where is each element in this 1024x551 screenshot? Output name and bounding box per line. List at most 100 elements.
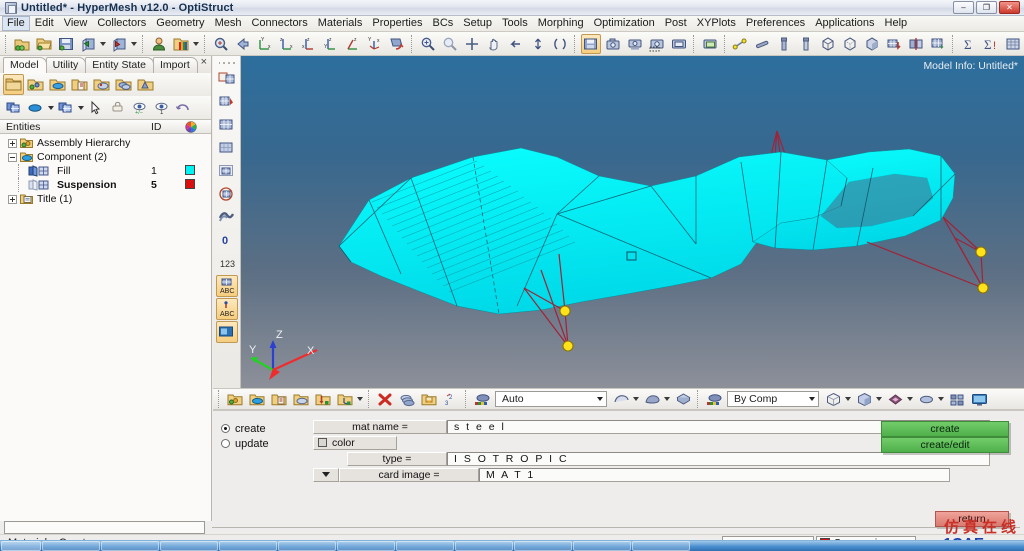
shaded-dropdown[interactable] — [875, 389, 883, 409]
menu-collectors[interactable]: Collectors — [92, 16, 151, 31]
graphics-viewport[interactable]: Model Info: Untitled* 1CAE.COM — [241, 56, 1024, 388]
menu-view[interactable]: View — [59, 16, 93, 31]
taskbar-item[interactable] — [514, 541, 572, 551]
mesh-lines-icon[interactable] — [884, 34, 904, 54]
menu-file[interactable]: File — [2, 16, 30, 31]
mesh-delete-icon[interactable] — [216, 91, 238, 113]
radio-update-icon[interactable] — [221, 439, 230, 448]
folder-display-icon[interactable] — [55, 97, 76, 118]
menu-help[interactable]: Help — [880, 16, 913, 31]
card-image-input[interactable]: M A T 1 — [479, 467, 950, 482]
isolate-icon[interactable] — [107, 97, 128, 118]
mask-icon[interactable] — [215, 321, 238, 343]
renumber-icon[interactable]: 23 — [441, 389, 461, 409]
summary-icon[interactable]: Σ — [959, 34, 979, 54]
rotate-left-icon[interactable] — [506, 34, 526, 54]
taskbar-item[interactable] — [42, 541, 100, 551]
weld-icon[interactable] — [752, 34, 772, 54]
taskbar-item[interactable] — [632, 541, 690, 551]
load-icon[interactable] — [313, 389, 333, 409]
wireframe-dropdown[interactable] — [844, 389, 852, 409]
taskbar-item[interactable] — [160, 541, 218, 551]
feature-view-icon[interactable] — [885, 389, 905, 409]
rotate-updown-icon[interactable] — [528, 34, 548, 54]
group-icon[interactable] — [113, 74, 134, 95]
taskbar-item[interactable] — [101, 541, 159, 551]
mesh-shaded-icon[interactable] — [928, 34, 948, 54]
card-image-label[interactable]: card image = — [339, 467, 479, 482]
view-zy-icon[interactable]: z — [343, 34, 363, 54]
display-icon[interactable] — [3, 97, 24, 118]
tab-import[interactable]: Import — [152, 57, 198, 73]
menu-setup[interactable]: Setup — [458, 16, 497, 31]
mesh-grid-icon[interactable] — [947, 389, 967, 409]
save-image-icon[interactable] — [580, 33, 601, 54]
export-dropdown[interactable] — [130, 34, 138, 54]
component-icon[interactable] — [247, 389, 267, 409]
menu-applications[interactable]: Applications — [810, 16, 879, 31]
material-icon[interactable] — [91, 74, 112, 95]
radio-update-row[interactable]: update — [221, 436, 269, 451]
userprofile-dropdown[interactable] — [192, 34, 200, 54]
capture-window-icon[interactable] — [603, 34, 623, 54]
element-abc-icon[interactable]: ABC — [215, 275, 238, 297]
capture-screen-icon[interactable] — [625, 34, 645, 54]
mesh-show-icon[interactable] — [216, 137, 238, 159]
zoom-out-icon[interactable] — [440, 34, 460, 54]
type-label[interactable]: type = — [347, 451, 447, 466]
save-model-icon[interactable] — [56, 34, 76, 54]
menu-tools[interactable]: Tools — [497, 16, 533, 31]
mesh-feature-icon[interactable] — [906, 34, 926, 54]
shaded-icon[interactable] — [862, 34, 882, 54]
menu-properties[interactable]: Properties — [367, 16, 427, 31]
menu-xyplots[interactable]: XYPlots — [692, 16, 741, 31]
arrow-cursor-icon[interactable] — [85, 97, 106, 118]
menu-mesh[interactable]: Mesh — [210, 16, 247, 31]
zoom-center-icon[interactable] — [462, 34, 482, 54]
radio-create-icon[interactable] — [221, 424, 230, 433]
taskbar-item[interactable] — [573, 541, 631, 551]
surface-dropdown[interactable] — [632, 389, 640, 409]
model-tree[interactable]: Assembly Hierarchy Component (2) Fill 1 … — [0, 134, 211, 521]
taskbar-item[interactable] — [455, 541, 513, 551]
card-image-select-icon[interactable] — [313, 467, 339, 482]
mesh-create-icon[interactable] — [216, 68, 238, 90]
menu-geometry[interactable]: Geometry — [151, 16, 209, 31]
expander-icon[interactable] — [8, 194, 17, 204]
tree-row-assembly-hierarchy[interactable]: Assembly Hierarchy — [0, 136, 211, 150]
publish-session-icon[interactable] — [700, 34, 720, 54]
solid-mode-icon[interactable] — [642, 389, 662, 409]
tree-row-fill[interactable]: Fill 1 — [0, 164, 211, 178]
color-mode-icon[interactable] — [472, 389, 492, 409]
create-edit-button[interactable]: create/edit — [881, 437, 1009, 453]
mat-name-label[interactable]: mat name = — [313, 419, 447, 434]
menu-edit[interactable]: Edit — [30, 16, 59, 31]
stack-icon[interactable] — [397, 389, 417, 409]
zoom-in-icon[interactable] — [418, 34, 438, 54]
load-userprofile-icon[interactable] — [171, 34, 191, 54]
color-wheel-icon[interactable] — [185, 120, 211, 133]
rotate-spin-icon[interactable] — [550, 34, 570, 54]
user-profile-icon[interactable] — [149, 34, 169, 54]
start-button[interactable] — [1, 541, 41, 551]
taskbar-item[interactable] — [337, 541, 395, 551]
assembly-icon[interactable] — [25, 74, 46, 95]
surface-mode-icon[interactable] — [611, 389, 631, 409]
view-iso-icon[interactable]: Yx — [365, 34, 385, 54]
node-abc-icon[interactable]: ABC — [215, 298, 238, 320]
monitor-icon[interactable] — [969, 389, 989, 409]
bolt-icon[interactable] — [774, 34, 794, 54]
chevron-down-icon[interactable] — [593, 392, 606, 406]
chevron-down-icon[interactable] — [805, 392, 818, 406]
shaded-view-icon[interactable] — [854, 389, 874, 409]
menu-morphing[interactable]: Morphing — [533, 16, 589, 31]
taskbar-item[interactable] — [278, 541, 336, 551]
export-icon[interactable] — [109, 34, 129, 54]
arrow-back-icon[interactable] — [233, 34, 253, 54]
component-icon[interactable] — [47, 74, 68, 95]
create-button[interactable]: create — [881, 421, 1009, 437]
mesh-fold-icon[interactable] — [216, 206, 238, 228]
folder-display-dropdown[interactable] — [77, 98, 84, 118]
material-icon[interactable] — [291, 389, 311, 409]
bolt2-icon[interactable] — [796, 34, 816, 54]
